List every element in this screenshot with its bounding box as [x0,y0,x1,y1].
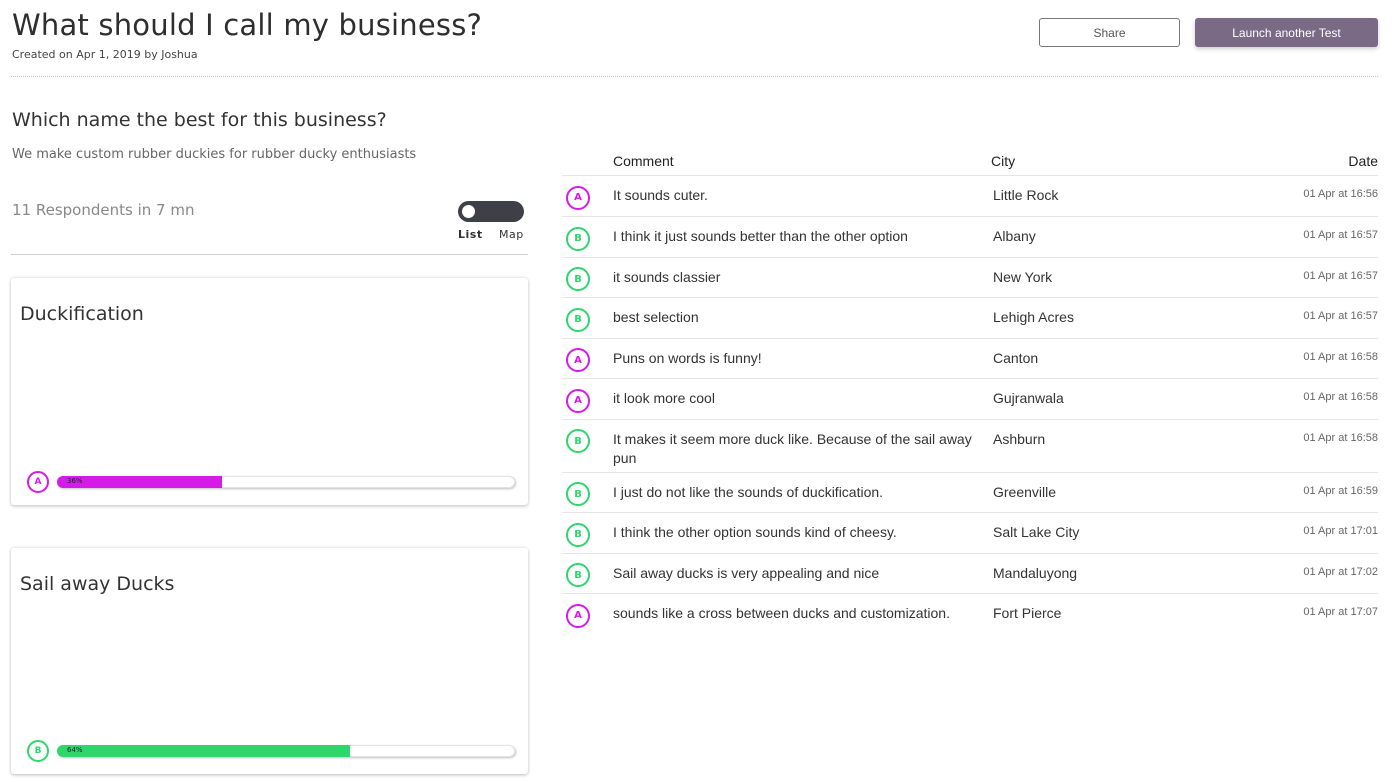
comment-city: Gujranwala [993,390,1064,406]
option-card-a: Duckification A 36% [11,278,528,505]
left-divider [11,254,528,255]
comment-row: Ait look more cool Gujranwala 01 Apr at 16… [562,378,1378,419]
choice-badge: A [566,388,590,413]
comment-date: 01 Apr at 16:58 [1303,351,1378,363]
comment-row: B I just do not like the sounds of duckif… [562,472,1378,512]
choice-badge: B [566,522,590,547]
share-button[interactable]: Share [1039,18,1180,47]
option-badge-b: B [27,740,49,762]
comment-row: Bit sounds classier New York 01 Apr at 16:… [562,257,1378,297]
comment-city: Little Rock [993,187,1059,203]
comment-date: 01 Apr at 16:56 [1303,188,1378,200]
toggle-knob [462,205,475,218]
comment-row: B Sail away ducks is very appealing and n… [562,553,1378,593]
comment-date: 01 Apr at 16:57 [1303,229,1378,241]
comment-city: Fort Pierce [993,605,1062,621]
comment-row: A It sounds cuter. Little Rock 01 Apr at 16… [562,175,1378,216]
comment-row: Bbest selection Lehigh Acres 01 Apr at 16:… [562,297,1378,338]
comment-row: B I think the other option sounds kind of… [562,512,1378,553]
comment-text: I just do not like the sounds of duckifi… [613,484,884,500]
choice-badge: A [566,185,590,210]
column-header-comment[interactable]: Comment [613,153,674,169]
comment-date: 01 Apr at 17:02 [1303,566,1378,578]
comment-city: Lehigh Acres [993,309,1074,325]
result-progress-fill [57,745,351,757]
comment-text: It makes it seem more duck like. Because… [613,431,972,466]
option-name: Duckification [20,303,144,325]
comment-date: 01 Apr at 16:58 [1303,391,1378,403]
comment-city: Salt Lake City [993,524,1080,540]
test-description: We make custom rubber duckies for rubber… [12,147,417,162]
launch-test-button[interactable]: Launch another Test [1195,18,1378,47]
comment-city: Canton [993,350,1039,366]
comment-city: Ashburn [993,431,1046,447]
result-percent-label: 64% [67,746,83,754]
comment-date: 01 Apr at 16:59 [1303,485,1378,497]
choice-badge: A [566,348,590,372]
comment-row: A Puns on words is funny! Canton 01 Apr at … [562,338,1378,378]
comment-date: 01 Apr at 17:07 [1303,606,1378,618]
page-title: What should I call my business? [12,8,483,42]
comment-date: 01 Apr at 16:57 [1303,270,1378,282]
comment-row: Asounds like a cross between ducks and c… [562,593,1378,634]
choice-badge: B [566,226,590,251]
view-toggle-list-label[interactable]: List [458,228,483,241]
comment-text: It sounds cuter. [613,187,708,203]
option-name: Sail away Ducks [20,573,175,595]
result-percent-label: 36% [67,477,83,485]
view-toggle-map-label[interactable]: Map [499,228,524,241]
comment-text: sounds like a cross between ducks and cu… [613,605,950,621]
comment-city: Greenville [993,484,1057,500]
comment-date: 01 Apr at 16:58 [1303,432,1378,444]
comment-date: 01 Apr at 16:57 [1303,310,1378,322]
choice-badge: B [566,482,590,506]
comment-text: Puns on words is funny! [613,350,762,366]
choice-badge: A [566,603,590,628]
comment-text: I think the other option sounds kind of … [613,524,897,540]
column-header-date[interactable]: Date [1348,153,1378,169]
comment-city: Mandaluyong [993,565,1078,581]
comment-text: I think it just sounds better than the o… [613,228,908,244]
view-toggle-switch[interactable] [458,201,524,222]
comment-text: it look more cool [613,390,715,406]
result-progress-bar: 64% [57,745,515,757]
choice-badge: B [566,563,590,587]
option-badge-a: A [27,471,49,493]
comment-date: 01 Apr at 17:01 [1303,525,1378,537]
comment-text: best selection [613,309,699,325]
comment-city: Albany [993,228,1036,244]
header-divider [11,76,1378,77]
test-meta: Created on Apr 1, 2019 by Joshua [12,48,198,61]
choice-badge: B [566,307,590,332]
comment-row: B It makes it seem more duck like. Becaus… [562,419,1378,472]
test-question: Which name the best for this business? [12,109,387,131]
comment-row: B I think it just sounds better than the … [562,216,1378,257]
option-card-b: Sail away Ducks B 64% [11,548,528,774]
choice-badge: B [566,429,590,453]
comment-city: New York [993,269,1053,285]
choice-badge: B [566,267,590,291]
respondents-count: 11 Respondents in 7 mn [12,201,195,219]
column-header-city[interactable]: City [991,153,1015,169]
comment-text: it sounds classier [613,269,721,285]
result-progress-bar: 36% [57,476,515,488]
comment-text: Sail away ducks is very appealing and ni… [613,565,880,581]
